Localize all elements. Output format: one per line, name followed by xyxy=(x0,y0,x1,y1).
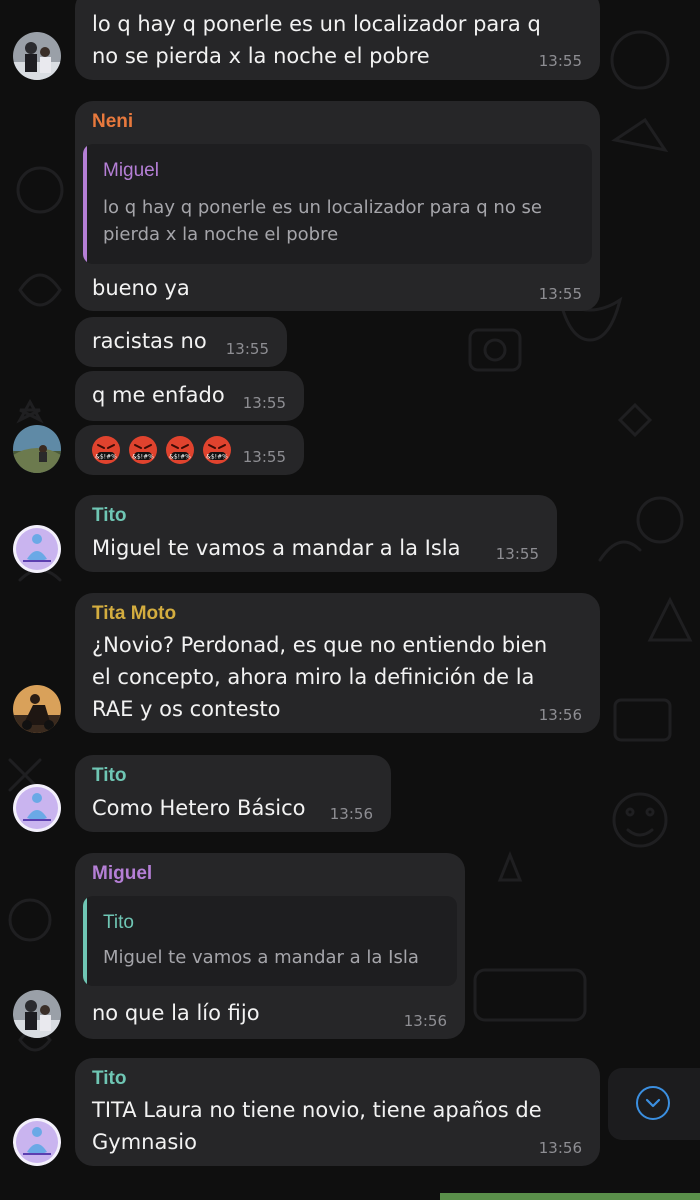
reply-text: pierda x la noche el pobre xyxy=(103,224,339,245)
scroll-to-bottom-button[interactable] xyxy=(608,1068,700,1140)
message-bubble[interactable]: Neni Miguel lo q hay q ponerle es un loc… xyxy=(75,101,600,311)
message-text: ¿Novio? Perdonad, es que no entiendo bie… xyxy=(92,633,548,657)
avatar-miguel[interactable] xyxy=(13,990,61,1038)
reply-bar xyxy=(83,144,87,264)
svg-text:&$!#%: &$!#% xyxy=(206,454,228,461)
avatar-neni[interactable] xyxy=(13,425,61,473)
reply-preview[interactable]: Miguel lo q hay q ponerle es un localiza… xyxy=(83,144,592,264)
message-time: 13:56 xyxy=(329,805,373,823)
message-bubble[interactable]: lo q hay q ponerle es un localizador par… xyxy=(75,0,600,80)
message-text: no se pierda x la noche el pobre xyxy=(92,44,430,68)
svg-text:&$!#%: &$!#% xyxy=(169,454,191,461)
message-text: Como Hetero Básico xyxy=(92,796,306,820)
reply-bar xyxy=(83,896,87,986)
message-time: 13:55 xyxy=(495,545,539,563)
message-time: 13:56 xyxy=(403,1012,447,1030)
message-text: el concepto, ahora miro la definición de… xyxy=(92,665,535,689)
svg-text:&$!#%: &$!#% xyxy=(132,454,154,461)
avatar-tita-moto[interactable] xyxy=(13,685,61,733)
sender-name: Tito xyxy=(92,765,127,786)
avatar-tito[interactable] xyxy=(13,784,61,832)
svg-text:&$!#%: &$!#% xyxy=(95,454,117,461)
angry-cursing-face-icon: &$!#% xyxy=(165,435,195,465)
message-time: 13:55 xyxy=(242,394,286,412)
reply-sender-name: Miguel xyxy=(103,160,159,181)
message-text: q me enfado xyxy=(92,383,225,407)
message-text: Miguel te vamos a mandar a la Isla xyxy=(92,536,461,560)
message-time: 13:56 xyxy=(538,706,582,724)
message-text: Gymnasio xyxy=(92,1130,197,1154)
reply-preview[interactable]: Tito Miguel te vamos a mandar a la Isla xyxy=(83,896,457,986)
angry-cursing-face-icon: &$!#% xyxy=(128,435,158,465)
message-bubble[interactable]: q me enfado 13:55 xyxy=(75,371,304,421)
message-bubble[interactable]: Tito TITA Laura no tiene novio, tiene ap… xyxy=(75,1058,600,1166)
message-bubble[interactable]: Miguel Tito Miguel te vamos a mandar a l… xyxy=(75,853,465,1039)
reply-sender-name: Tito xyxy=(103,912,134,933)
reply-text: lo q hay q ponerle es un localizador par… xyxy=(103,197,543,218)
chevron-down-circle-icon xyxy=(636,1086,670,1120)
reply-text: Miguel te vamos a mandar a la Isla xyxy=(103,947,419,968)
message-time: 13:55 xyxy=(538,285,582,303)
message-bubble[interactable]: Tita Moto ¿Novio? Perdonad, es que no en… xyxy=(75,593,600,733)
message-text: bueno ya xyxy=(92,276,190,300)
sender-name: Tito xyxy=(92,1068,127,1089)
angry-cursing-face-icon: &$!#% xyxy=(202,435,232,465)
avatar-tito[interactable] xyxy=(13,525,61,573)
message-bubble[interactable]: racistas no 13:55 xyxy=(75,317,287,367)
message-bubble[interactable]: Tito Como Hetero Básico 13:56 xyxy=(75,755,391,832)
message-text: RAE y os contesto xyxy=(92,697,281,721)
message-bubble[interactable]: &$!#% &$!#% &$!#% &$!#% 13:55 xyxy=(75,425,304,475)
angry-cursing-face-icon: &$!#% xyxy=(91,435,121,465)
avatar-miguel[interactable] xyxy=(13,32,61,80)
message-time: 13:55 xyxy=(242,448,286,466)
message-text: no que la lío fijo xyxy=(92,1001,260,1025)
message-time: 13:55 xyxy=(538,52,582,70)
sender-name: Tito xyxy=(92,505,127,526)
sender-name: Miguel xyxy=(92,863,153,884)
message-text: lo q hay q ponerle es un localizador par… xyxy=(92,12,541,36)
message-text: TITA Laura no tiene novio, tiene apaños … xyxy=(92,1098,542,1122)
sender-name: Tita Moto xyxy=(92,603,177,624)
sender-name: Neni xyxy=(92,111,134,132)
composer-edge xyxy=(440,1193,700,1200)
avatar-tito[interactable] xyxy=(13,1118,61,1166)
message-bubble[interactable]: Tito Miguel te vamos a mandar a la Isla … xyxy=(75,495,557,572)
message-time: 13:55 xyxy=(225,340,269,358)
message-time: 13:56 xyxy=(538,1139,582,1157)
message-text: racistas no xyxy=(92,329,207,353)
